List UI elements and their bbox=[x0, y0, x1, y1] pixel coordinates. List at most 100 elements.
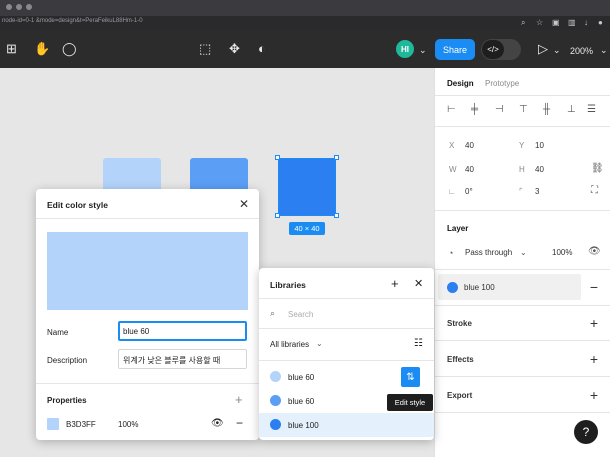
style-color-dot bbox=[270, 395, 281, 406]
contrast-icon[interactable]: ◐ bbox=[258, 42, 266, 56]
search-input[interactable]: Search bbox=[288, 310, 313, 319]
fill-style-row[interactable]: blue 100 bbox=[438, 274, 581, 300]
close-icon[interactable]: ✕ bbox=[239, 197, 249, 211]
align-center-v-icon[interactable]: ╫ bbox=[543, 105, 550, 115]
align-top-icon[interactable]: ⊤ bbox=[519, 105, 528, 115]
sidebar-icon[interactable]: ▥ bbox=[568, 18, 576, 27]
comment-icon[interactable]: ◯ bbox=[62, 42, 77, 56]
effects-label: Effects bbox=[447, 355, 474, 364]
help-button[interactable]: ? bbox=[574, 420, 598, 444]
selection-handle[interactable] bbox=[334, 213, 339, 218]
align-center-h-icon[interactable]: ╪ bbox=[471, 105, 478, 115]
style-color-dot bbox=[270, 371, 281, 382]
description-input[interactable]: 위계가 낮은 블루를 사용할 때 bbox=[118, 349, 247, 369]
distribute-icon[interactable]: ☰ bbox=[587, 105, 596, 115]
frame-icon[interactable]: ⊞ bbox=[6, 42, 17, 56]
search-icon: ⌕ bbox=[270, 308, 276, 318]
remove-property-icon[interactable]: − bbox=[236, 416, 243, 430]
component-icon[interactable]: ✥ bbox=[229, 42, 240, 56]
rotation-field[interactable]: 0° bbox=[465, 187, 473, 196]
crop-icon[interactable]: ⬚ bbox=[199, 42, 211, 56]
description-label: Description bbox=[47, 356, 88, 365]
name-label: Name bbox=[47, 328, 69, 337]
align-right-icon[interactable]: ⊣ bbox=[495, 105, 504, 115]
list-view-icon[interactable]: ☷ bbox=[414, 338, 423, 349]
add-stroke-icon[interactable]: + bbox=[590, 316, 598, 330]
add-export-icon[interactable]: + bbox=[590, 388, 598, 402]
design-panel: Design Prototype ⊢ ╪ ⊣ ⊤ ╫ ⊥ ☰ X 40 Y 10… bbox=[434, 68, 610, 457]
name-input[interactable]: blue 60 bbox=[118, 321, 247, 341]
close-icon[interactable]: ✕ bbox=[414, 277, 423, 290]
opacity-value[interactable]: 100% bbox=[118, 420, 138, 429]
rotation-icon: ∟ bbox=[448, 187, 456, 196]
chevron-down-icon[interactable]: ⌄ bbox=[553, 43, 561, 57]
edit-style-tooltip: Edit style bbox=[387, 394, 433, 411]
detach-style-icon[interactable]: − bbox=[590, 280, 598, 294]
chevron-down-icon[interactable]: ⌄ bbox=[419, 43, 427, 57]
add-effect-icon[interactable]: + bbox=[590, 352, 598, 366]
zoom-icon[interactable]: ⌕ bbox=[521, 18, 525, 27]
width-field[interactable]: 40 bbox=[465, 165, 474, 174]
x-field[interactable]: 40 bbox=[465, 141, 474, 150]
fill-style-name: blue 100 bbox=[464, 283, 495, 292]
constrain-proportions-icon[interactable]: ⛓ bbox=[591, 164, 604, 174]
independent-corners-icon[interactable]: ⛶ bbox=[591, 186, 598, 196]
share-button[interactable]: Share bbox=[435, 39, 475, 60]
window-control[interactable] bbox=[16, 4, 22, 10]
selection-handle[interactable] bbox=[334, 155, 339, 160]
eye-icon[interactable]: 👁 bbox=[588, 247, 601, 257]
chevron-down-icon[interactable]: ⌄ bbox=[316, 339, 323, 348]
size-label: 40 × 40 bbox=[289, 222, 325, 235]
download-icon[interactable]: ↓ bbox=[584, 18, 588, 27]
export-label: Export bbox=[447, 391, 473, 400]
edit-style-button[interactable]: ⇅ bbox=[401, 367, 420, 387]
dev-mode-toggle[interactable]: </> bbox=[481, 39, 521, 60]
hex-value[interactable]: B3D3FF bbox=[66, 420, 96, 429]
blend-mode-icon: ◔ bbox=[448, 248, 454, 258]
style-name: blue 100 bbox=[288, 421, 319, 430]
library-style-item-selected[interactable]: blue 100 bbox=[259, 413, 434, 437]
swatch-blue-100-selected[interactable] bbox=[278, 158, 336, 216]
corner-radius-icon: ⌜ bbox=[519, 187, 523, 196]
color-swatch[interactable] bbox=[47, 418, 59, 430]
avatar[interactable]: HI bbox=[396, 40, 414, 58]
chevron-down-icon[interactable]: ⌄ bbox=[520, 248, 527, 258]
corner-radius-field[interactable]: 3 bbox=[535, 187, 539, 196]
height-field[interactable]: 40 bbox=[535, 165, 544, 174]
color-preview bbox=[47, 232, 248, 310]
stroke-label: Stroke bbox=[447, 319, 472, 328]
align-left-icon[interactable]: ⊢ bbox=[447, 105, 456, 115]
eye-icon[interactable]: 👁 bbox=[211, 418, 224, 429]
selection-handle[interactable] bbox=[275, 213, 280, 218]
add-style-icon[interactable]: + bbox=[391, 276, 399, 291]
align-bottom-icon[interactable]: ⊥ bbox=[567, 105, 576, 115]
hand-icon[interactable]: ✋ bbox=[34, 42, 50, 56]
window-control[interactable] bbox=[6, 4, 12, 10]
extensions-icon[interactable]: ▣ bbox=[552, 18, 560, 27]
layer-opacity[interactable]: 100% bbox=[552, 248, 572, 257]
style-color-dot bbox=[270, 419, 281, 430]
libraries-panel: Libraries + ✕ ⌕ Search All libraries ⌄ ☷… bbox=[259, 268, 434, 440]
style-name: blue 60 bbox=[288, 397, 315, 406]
tab-prototype[interactable]: Prototype bbox=[485, 79, 519, 88]
code-icon: </> bbox=[482, 40, 504, 59]
address-bar[interactable]: node-id=0-1 &mode=design&t=PeraFeikuL88H… bbox=[0, 16, 610, 30]
chevron-down-icon[interactable]: ⌄ bbox=[600, 43, 608, 57]
library-filter-select[interactable]: All libraries bbox=[270, 340, 309, 349]
url-text: node-id=0-1 &mode=design&t=PeraFeikuL88H… bbox=[2, 18, 143, 24]
libraries-title: Libraries bbox=[270, 280, 306, 290]
edit-color-style-dialog: Edit color style ✕ Name blue 60 Descript… bbox=[36, 189, 259, 440]
window-control[interactable] bbox=[26, 4, 32, 10]
tab-design[interactable]: Design bbox=[447, 79, 474, 88]
zoom-level[interactable]: 200% bbox=[570, 44, 593, 58]
fill-color-swatch[interactable] bbox=[447, 282, 458, 293]
properties-title: Properties bbox=[47, 396, 87, 405]
selection-handle[interactable] bbox=[275, 155, 280, 160]
library-style-item[interactable]: blue 60 ⇅ bbox=[259, 365, 434, 389]
add-property-icon[interactable]: + bbox=[235, 392, 243, 407]
star-icon[interactable]: ☆ bbox=[536, 18, 543, 27]
blend-mode-select[interactable]: Pass through bbox=[465, 248, 512, 257]
play-icon[interactable]: ▷ bbox=[538, 42, 548, 56]
profile-icon[interactable]: ● bbox=[598, 18, 603, 27]
y-field[interactable]: 10 bbox=[535, 141, 544, 150]
